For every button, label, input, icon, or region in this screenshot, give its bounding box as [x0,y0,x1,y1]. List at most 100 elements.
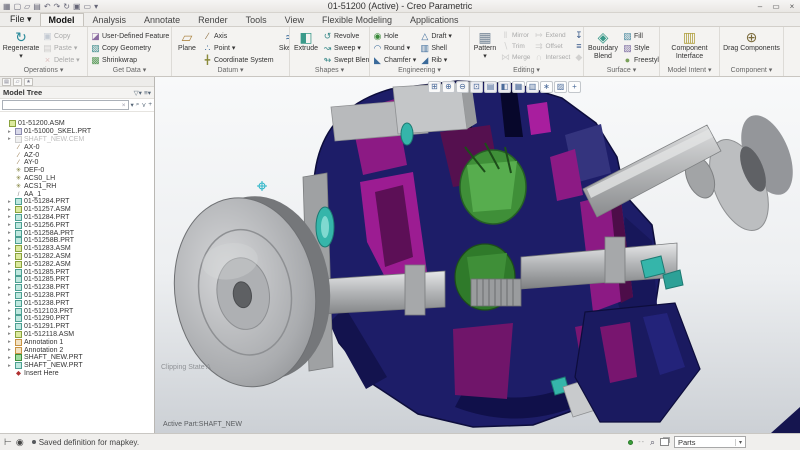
clear-search-icon[interactable]: × [122,102,126,109]
spin-center-icon[interactable]: + [568,81,581,93]
ribbon-button[interactable]: ▩Shrinkwrap [90,54,170,65]
ribbon-tab[interactable]: Tools [237,13,276,26]
expand-arrow[interactable]: ▸ [8,207,15,213]
expand-arrow[interactable]: ▸ [8,363,15,369]
tree-item[interactable]: AY-0 [0,159,154,167]
ribbon-button[interactable]: ∴Point ▾ [202,42,275,54]
ribbon-button[interactable]: ≡Thicken [573,41,583,52]
expand-arrow[interactable]: ▸ [8,136,15,142]
find-in-model-icon[interactable]: ⌕ [650,437,655,448]
expand-arrow[interactable]: ▸ [8,129,15,135]
ribbon-button[interactable]: ↝Sweep ▾ [322,42,369,54]
expand-arrow[interactable]: ▸ [8,316,15,322]
group-label-editing[interactable]: Editing ▾ [470,65,583,76]
expand-arrow[interactable]: ▸ [8,324,15,330]
expand-arrow[interactable]: ▸ [8,222,15,228]
regenerate-button[interactable]: ↻ Regenerate ▾ [2,29,40,61]
ribbon-button[interactable]: ⇉Offset [533,41,571,52]
component-interface-button[interactable]: ▥ Component Interface [663,29,717,61]
expand-arrow[interactable]: ▸ [8,269,15,275]
tree-item[interactable]: ▸ 01-51258A.PRT [0,229,154,237]
saved-orientations-icon[interactable]: ▦ [512,81,525,93]
tree-item[interactable]: ▸ 01-512118.ASM [0,331,154,339]
zoom-out-icon[interactable]: ⊖ [456,81,469,93]
tree-item[interactable]: ▸ Annotation 2 [0,346,154,354]
pattern-button[interactable]: ▦ Pattern ▾ [472,29,498,61]
window-switch-icon[interactable] [660,438,669,446]
ribbon-tab[interactable]: View [276,13,313,26]
ribbon-button[interactable]: ↬Swept Blend [322,54,369,65]
tree-filters-icon[interactable]: ▽▾ [134,89,142,97]
view-manager-icon[interactable]: ▥ [526,81,539,93]
tree-item[interactable]: ▸ 01-51284.PRT [0,198,154,206]
display-style-icon[interactable]: ◧ [498,81,511,93]
expand-arrow[interactable]: ▸ [8,230,15,236]
ribbon-button[interactable]: ⋈Merge [500,52,531,63]
tree-item[interactable]: 01-51200.ASM [0,120,154,128]
repaint-icon[interactable]: ▤ [484,81,497,93]
expand-arrow[interactable]: ▸ [8,285,15,291]
ribbon-button[interactable]: ◠Round ▾ [372,42,417,54]
expand-arrow[interactable]: ▸ [8,300,15,306]
tree-item[interactable]: ▸ 01-51283.ASM [0,245,154,253]
expand-icon[interactable]: + [148,101,152,109]
ribbon-button[interactable]: ◪User-Defined Feature [90,30,170,42]
filter-icon[interactable]: ⋎ [141,101,146,109]
ribbon-button[interactable]: ▧Fill [622,30,659,42]
drag-components-button[interactable]: ⊕ Drag Components [723,29,781,53]
tree-item[interactable]: ▸ 01-51284.PRT [0,214,154,222]
ribbon-button[interactable]: ◣Chamfer ▾ [372,54,417,65]
refit-icon[interactable]: ⊡ [470,81,483,93]
ribbon-button[interactable]: ╋Coordinate System [202,54,275,65]
ribbon-tab[interactable]: Applications [401,13,468,26]
3d-model[interactable] [155,77,800,433]
tree-item[interactable]: ▸ SHAFT_NEW.PRT [0,362,154,370]
group-label-shapes[interactable]: Shapes ▾ [290,65,369,76]
file-menu-button[interactable]: File ▾ [4,13,40,26]
tree-item[interactable]: DEF-0 [0,167,154,175]
tree-item[interactable]: ▸ 01-51285.PRT [0,268,154,276]
ribbon-button[interactable]: ▤Paste ▾ [42,42,81,54]
expand-arrow[interactable]: ▸ [8,331,15,337]
expand-arrow[interactable]: ▸ [8,347,15,353]
group-label-get-data[interactable]: Get Data ▾ [88,65,171,76]
ribbon-button[interactable]: ▥Shell [419,42,453,54]
ribbon-button[interactable]: ▣Copy [42,30,81,42]
tree-settings-icon[interactable]: ≡▾ [144,89,151,97]
tree-item[interactable]: ACS0_LH [0,175,154,183]
ribbon-button[interactable]: ↧Project [573,30,583,41]
boundary-blend-button[interactable]: ◈ Boundary Blend [586,29,620,61]
ribbon-button[interactable]: ▧Copy Geometry [90,42,170,54]
restore-button[interactable]: ▭ [771,2,781,11]
group-label-operations[interactable]: Operations ▾ [0,65,87,76]
datum-display-icon[interactable]: ∗ [540,81,553,93]
tree-item[interactable]: ▸ 01-51256.PRT [0,221,154,229]
ribbon-button[interactable]: ●Freestyle [622,54,659,65]
find-icon[interactable]: ⌕ [136,101,140,109]
tree-search-input[interactable]: × [2,100,129,110]
expand-arrow[interactable]: ▸ [8,308,15,314]
close-button[interactable]: × [787,2,797,11]
ribbon-button[interactable]: ∩Intersect [533,52,571,63]
ribbon-button[interactable]: ×Delete ▾ [42,54,81,65]
expand-arrow[interactable]: ▸ [8,253,15,259]
tree-item[interactable]: ▸ 01-51238.PRT [0,284,154,292]
group-label-surface[interactable]: Surface ▾ [584,65,659,76]
tree-item[interactable]: ▸ 01-51257.ASM [0,206,154,214]
group-label-engineering[interactable]: Engineering ▾ [370,65,469,76]
expand-arrow[interactable]: ▸ [8,246,15,252]
favorites-tab[interactable]: ★ [24,78,33,86]
tree-item[interactable]: ▸ 01-51238.PRT [0,292,154,300]
expand-arrow[interactable]: ▸ [8,214,15,220]
expand-arrow[interactable]: ▸ [8,339,15,345]
ribbon-button[interactable]: ∖Trim [500,41,531,52]
expand-arrow[interactable]: ▸ [8,238,15,244]
expand-arrow[interactable]: ▸ [8,292,15,298]
tree-item[interactable]: ▸ 01-51238.PRT [0,299,154,307]
group-label-component[interactable]: Component ▾ [720,65,783,76]
tree-item[interactable]: ▸ 01-51282.ASM [0,260,154,268]
zoom-in-icon[interactable]: ⊕ [442,81,455,93]
tree-item[interactable]: ▸ 01-51282.ASM [0,253,154,261]
tree-item[interactable]: ACS1_RH [0,182,154,190]
tree-item[interactable]: ▸ 01-51258B.PRT [0,237,154,245]
